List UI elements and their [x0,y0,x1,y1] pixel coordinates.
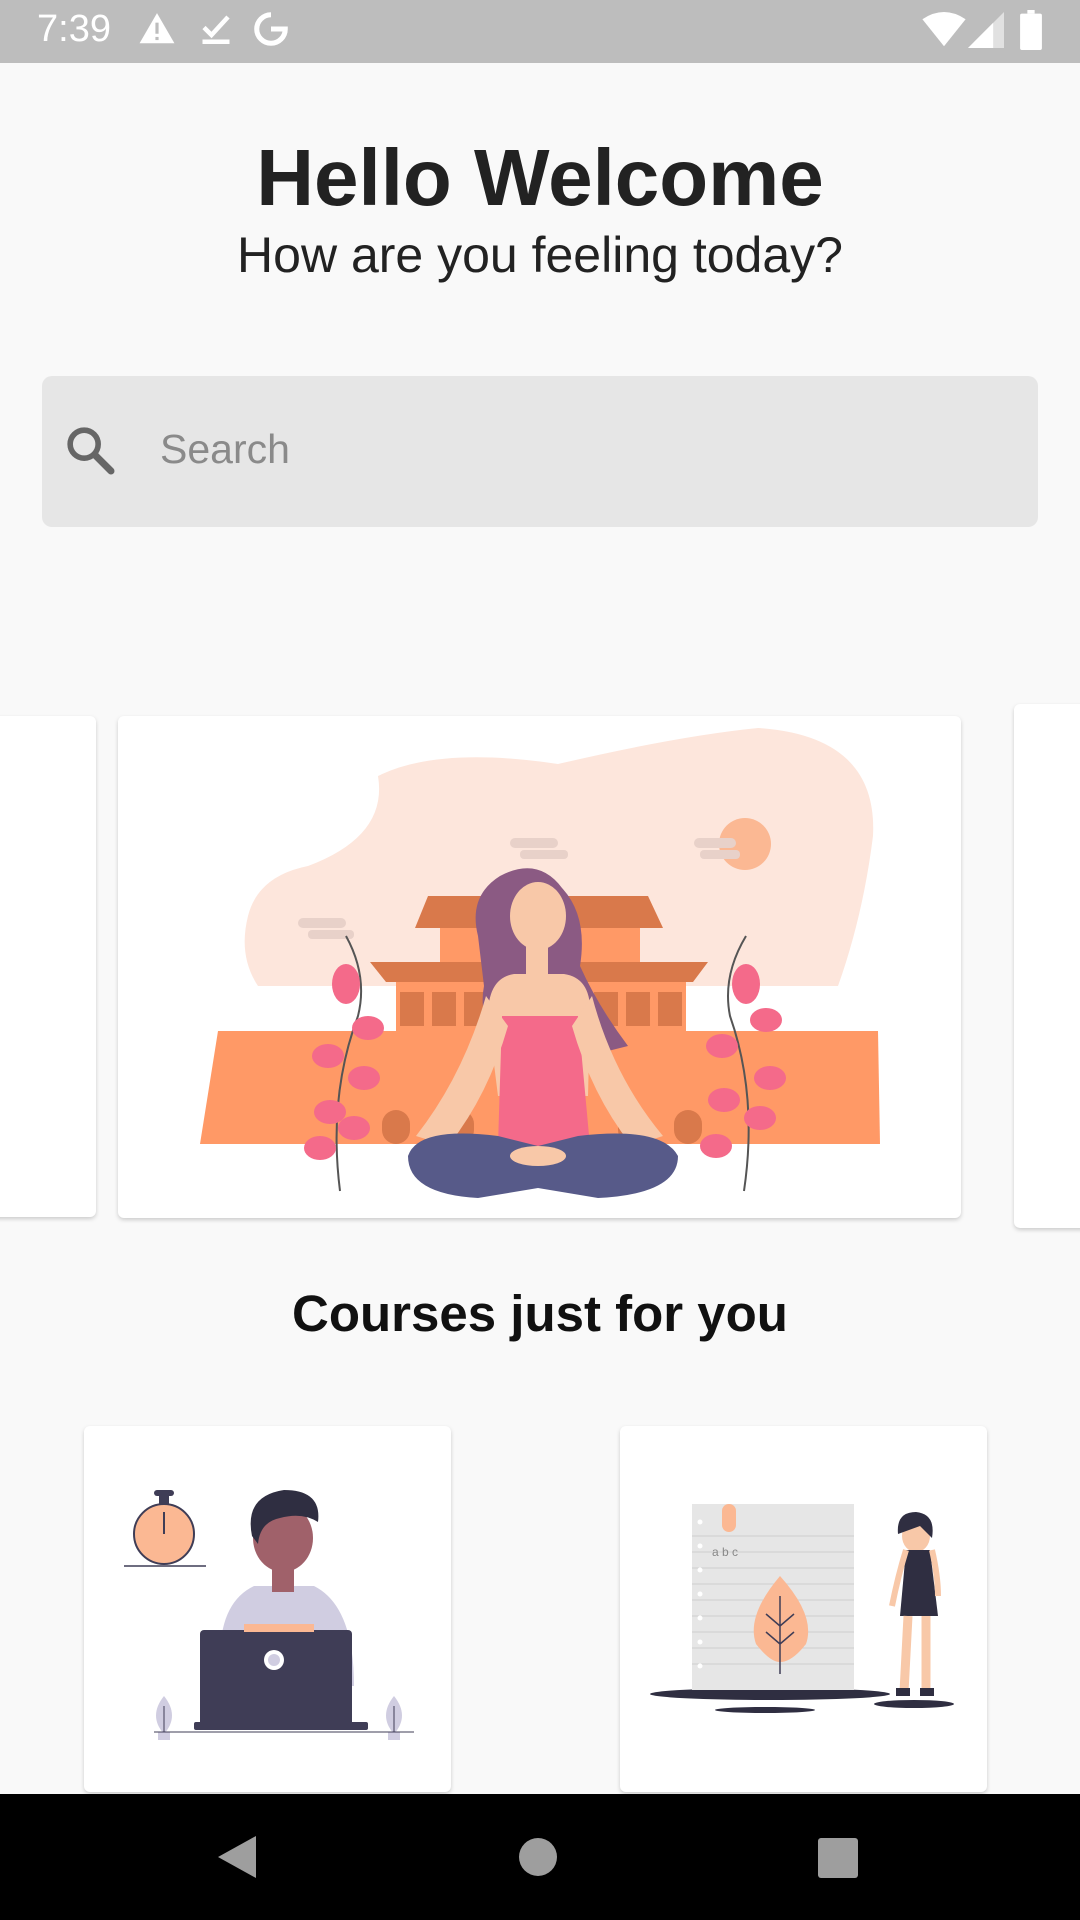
wifi-icon [922,12,966,47]
search-input[interactable]: Search [160,426,290,473]
notebook-text: a b c [712,1545,738,1559]
search-icon [67,427,115,475]
page-subtitle: How are you feeling today? [237,227,843,283]
home-icon[interactable] [518,1837,558,1877]
google-icon [254,12,288,46]
woman-notebook-leaf-illustration: a b c [650,1504,954,1713]
battery-icon [1020,10,1042,50]
person-laptop-timer-illustration [124,1490,414,1740]
navigation-bar [0,1794,1080,1920]
signal-icon [968,12,1004,48]
carousel-card-next[interactable] [1014,704,1080,1228]
search-bar[interactable]: Search [42,376,1038,527]
status-time: 7:39 [37,8,111,50]
warning-icon [139,13,175,44]
meditation-temple-illustration [200,728,880,1198]
page-title: Hello Welcome [256,133,824,222]
status-bar: 7:39 [0,0,1080,63]
section-title-courses: Courses just for you [292,1285,788,1342]
check-download-icon [202,15,230,44]
course-card-1[interactable] [84,1426,451,1792]
carousel-card-current[interactable] [118,716,961,1218]
course-card-2[interactable]: a b c [620,1426,987,1792]
carousel-card-previous[interactable] [0,716,96,1217]
recents-icon[interactable] [818,1838,858,1878]
back-icon[interactable] [216,1834,258,1880]
